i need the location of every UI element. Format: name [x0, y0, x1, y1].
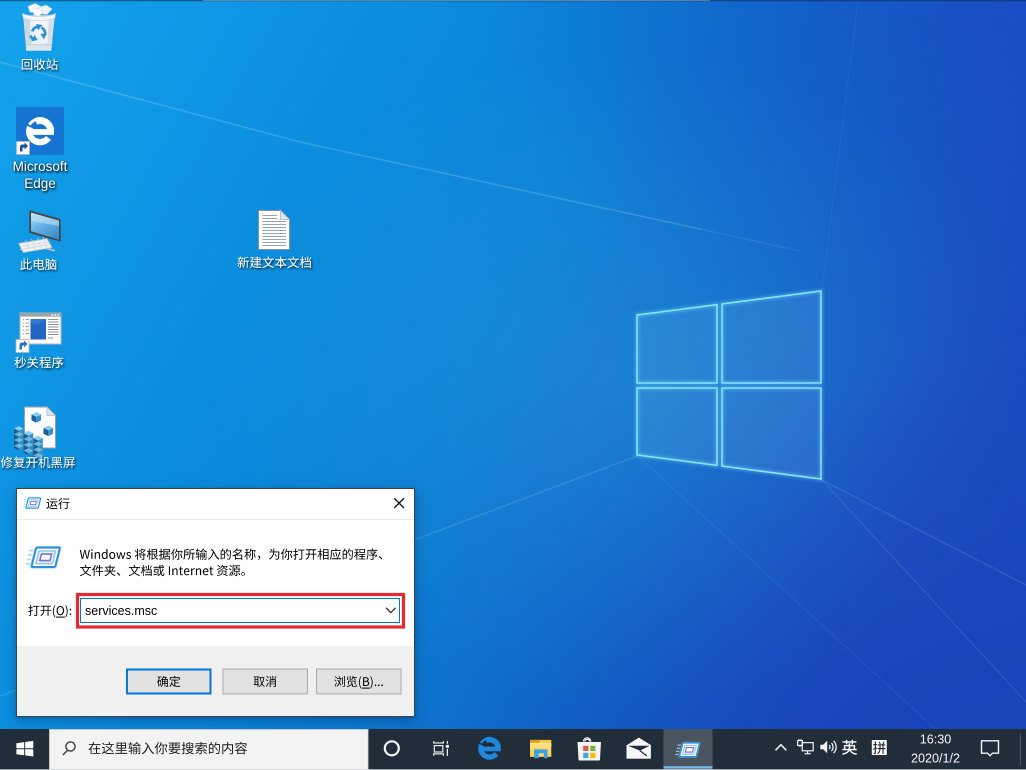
svg-text:2020/1/2: 2020/1/2 — [911, 752, 960, 766]
svg-text:16:30: 16:30 — [920, 733, 952, 747]
svg-text:services.msc: services.msc — [85, 604, 157, 618]
